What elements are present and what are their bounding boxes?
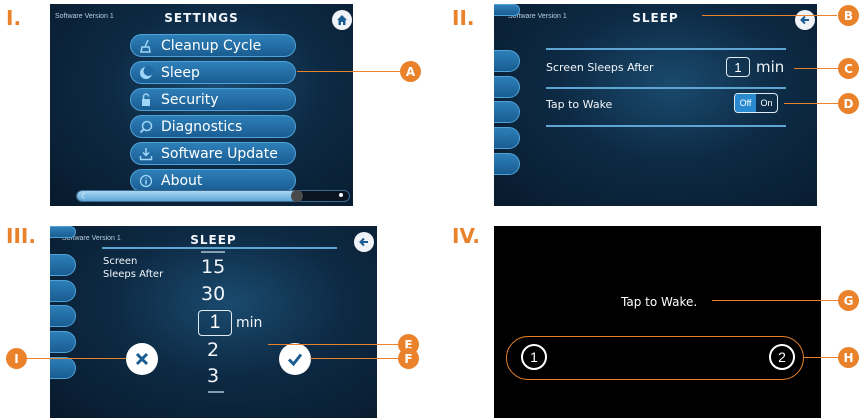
- touch-zone-outline: [506, 336, 804, 380]
- menu-security[interactable]: Security: [130, 88, 296, 111]
- side-tab-about[interactable]: [50, 357, 76, 379]
- callout-line-i: [27, 358, 126, 359]
- callout-line-h: [804, 357, 838, 358]
- panel-4-label: IV.: [452, 224, 480, 248]
- menu-cleanup-cycle[interactable]: Cleanup Cycle: [130, 34, 296, 57]
- callout-line-g: [712, 300, 838, 301]
- download-icon: [137, 145, 155, 163]
- side-tab-security[interactable]: [50, 280, 76, 302]
- panel-3-label: III.: [6, 224, 36, 248]
- side-tab-cleanup[interactable]: [494, 4, 520, 16]
- divider: [546, 48, 786, 50]
- panel-2-label: II.: [452, 6, 475, 30]
- side-tab-update[interactable]: [494, 127, 520, 149]
- callout-line-d: [784, 103, 838, 104]
- menu-sleep[interactable]: Sleep: [130, 61, 296, 84]
- screen-label: Screen: [103, 256, 138, 267]
- side-tab-diagnostics[interactable]: [50, 305, 76, 327]
- picker-unit: min: [236, 315, 263, 331]
- toggle-on: On: [760, 98, 773, 108]
- slider-handle[interactable]: [291, 190, 303, 202]
- divider: [546, 87, 786, 89]
- page-title: SLEEP: [632, 11, 679, 25]
- callout-h: H: [838, 347, 859, 368]
- page-title: SLEEP: [190, 233, 237, 247]
- side-tab-update[interactable]: [50, 331, 76, 353]
- tap-to-wake-toggle[interactable]: Off On: [734, 93, 778, 113]
- menu-label: Cleanup Cycle: [161, 37, 262, 54]
- callout-line-b: [702, 15, 837, 16]
- side-tab-security[interactable]: [494, 76, 520, 98]
- callout-line-a: [297, 71, 400, 72]
- tap-to-wake-text: Tap to Wake.: [621, 295, 698, 309]
- brightness-slider[interactable]: ☾: [76, 190, 350, 202]
- sleep-picker-screen: Software Version 1 SLEEP Screen Sleeps A…: [50, 226, 377, 418]
- back-arrow-icon[interactable]: [795, 10, 815, 30]
- cancel-button[interactable]: [126, 343, 158, 375]
- tap-to-wake-screen[interactable]: Tap to Wake. 1 2: [494, 226, 821, 418]
- sleep-value-box[interactable]: 1: [726, 57, 750, 77]
- side-tab-diagnostics[interactable]: [494, 101, 520, 123]
- divider: [546, 125, 786, 127]
- side-tab-cleanup[interactable]: [50, 226, 76, 238]
- touch-point-2[interactable]: 2: [769, 344, 795, 370]
- picker-option[interactable]: 3: [207, 365, 219, 387]
- confirm-button[interactable]: [279, 343, 311, 375]
- menu-about[interactable]: About: [130, 169, 296, 192]
- callout-line-f: [310, 358, 398, 359]
- home-icon[interactable]: [332, 10, 352, 30]
- tap-to-wake-label: Tap to Wake: [546, 98, 613, 111]
- picker-partial-top: [201, 248, 225, 253]
- settings-screen: Software Version 1 SETTINGS Cleanup Cycl…: [50, 4, 353, 206]
- slider-fill: [77, 191, 297, 201]
- callout-c: C: [838, 58, 859, 79]
- page-title: SETTINGS: [164, 11, 239, 25]
- callout-b: B: [838, 5, 859, 26]
- picker-option[interactable]: 30: [201, 283, 225, 305]
- callout-i: I: [6, 348, 27, 369]
- callout-d: D: [838, 93, 859, 114]
- panel-1-label: I.: [6, 6, 22, 30]
- sleep-screen: Software Version 1 SLEEP Screen Sleeps A…: [494, 4, 817, 206]
- menu-diagnostics[interactable]: Diagnostics: [130, 115, 296, 138]
- menu-label: About: [161, 172, 203, 189]
- picker-partial-bottom: [208, 391, 224, 399]
- moon-small-icon: ☾: [81, 192, 89, 201]
- picker-selected-value: 1: [209, 312, 221, 333]
- menu-label: Sleep: [161, 64, 200, 81]
- menu-label: Software Update: [161, 145, 278, 162]
- callout-a: A: [400, 61, 421, 82]
- side-tab-sleep[interactable]: [494, 50, 520, 72]
- lock-icon: [137, 91, 155, 109]
- sun-small-icon: [339, 193, 343, 197]
- picker-option[interactable]: 2: [207, 339, 219, 361]
- magnifier-icon: [137, 118, 155, 136]
- menu-label: Security: [161, 91, 219, 108]
- sleeps-after-label: Sleeps After: [103, 269, 164, 280]
- toggle-off: Off: [735, 94, 756, 112]
- picker-option[interactable]: 15: [201, 256, 225, 278]
- callout-line-c: [794, 68, 838, 69]
- side-tab-sleep[interactable]: [50, 254, 76, 276]
- moon-icon: [137, 64, 155, 82]
- sleep-unit: min: [756, 58, 785, 76]
- checkmark-icon: [287, 353, 303, 367]
- picker-selected-box[interactable]: 1: [198, 310, 232, 336]
- touch-point-1[interactable]: 1: [521, 344, 547, 370]
- callout-line-e: [268, 344, 398, 345]
- callout-f: F: [398, 348, 419, 369]
- screen-sleeps-label: Screen Sleeps After: [546, 61, 654, 74]
- broom-icon: [137, 37, 155, 55]
- menu-label: Diagnostics: [161, 118, 243, 135]
- side-tab-about[interactable]: [494, 153, 520, 175]
- x-icon: [135, 352, 149, 366]
- menu-software-update[interactable]: Software Update: [130, 142, 296, 165]
- info-icon: [137, 172, 155, 190]
- sleep-value: 1: [734, 59, 742, 75]
- back-arrow-icon[interactable]: [354, 232, 374, 252]
- callout-g: G: [838, 290, 859, 311]
